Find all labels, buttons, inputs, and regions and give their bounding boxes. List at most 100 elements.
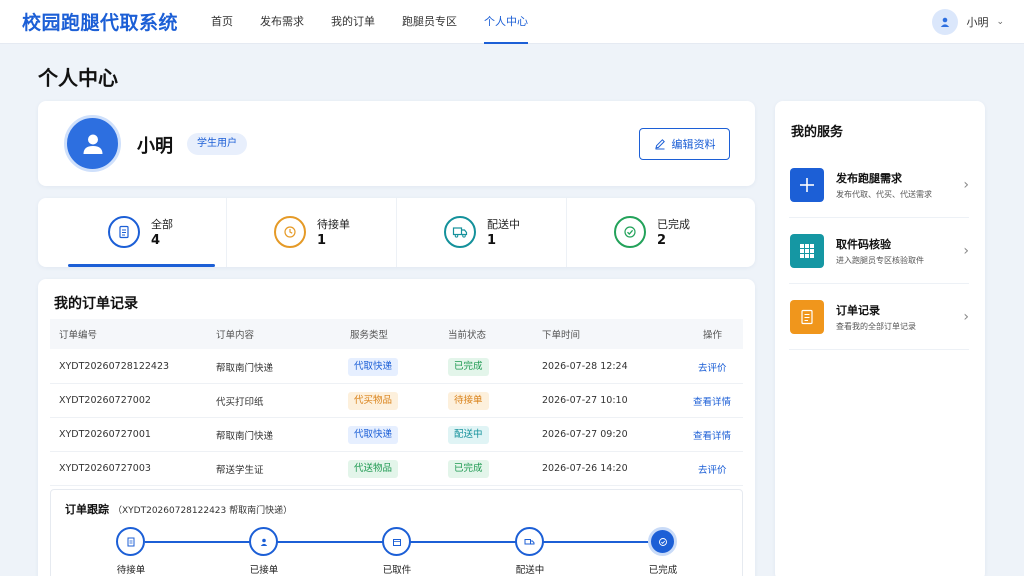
user-name: 小明 [966,16,989,29]
nav-profile[interactable]: 个人中心 [484,0,528,44]
service-desc: 发布代取、代买、代送需求 [836,190,932,199]
chevron-right-icon: › [963,309,969,325]
stat-pending-count: 1 [317,233,327,248]
nav-publish[interactable]: 发布需求 [260,0,304,44]
th-action: 操作 [703,330,723,341]
view-details-link[interactable]: 查看详情 [693,418,731,451]
view-details-link[interactable]: 查看详情 [693,384,731,417]
stat-pending-label: 待接单 [317,218,350,231]
step-delivering-icon [515,527,544,556]
clock-icon [274,216,306,248]
stat-completed[interactable]: 已完成 2 [544,198,714,267]
stat-delivering-count: 1 [487,233,497,248]
step-label: 配送中 [515,565,545,576]
status-badge: 配送中 [448,425,489,444]
services-title: 我的服务 [791,125,844,140]
order-content: 帮取南门快递 [216,430,274,442]
step-label: 已完成 [648,565,678,576]
order-tracking-panel: 订单跟踪 （XYDT20260728122423 帮取南门快递） 待接单 已接单 … [50,489,743,576]
nav-runner-zone[interactable]: 跑腿员专区 [402,0,457,44]
profile-card: 小明 学生用户 编辑资料 [38,101,755,186]
truck-icon [444,216,476,248]
step-pending-icon [116,527,145,556]
stat-completed-count: 2 [657,233,667,248]
user-menu[interactable]: 小明 ⌄ [932,9,1004,35]
service-order-records[interactable]: 订单记录 查看我的全部订单记录 › [789,300,969,366]
status-badge: 待接单 [448,391,489,410]
role-badge: 学生用户 [187,133,247,155]
stat-all-count: 4 [151,233,161,248]
stat-delivering[interactable]: 配送中 1 [374,198,544,267]
service-desc: 进入跑腿员专区核验取件 [836,256,924,265]
step-label: 待接单 [116,565,146,576]
order-id: XYDT20260727003 [59,463,151,474]
table-header: 订单编号 订单内容 服务类型 当前状态 下单时间 操作 [50,319,743,349]
step-label: 已取件 [382,565,412,576]
chevron-down-icon: ⌄ [996,17,1004,27]
order-id: XYDT20260727001 [59,429,151,440]
tracking-title: 订单跟踪 [65,503,109,516]
chevron-right-icon: › [963,177,969,193]
order-time: 2026-07-27 10:10 [542,395,628,406]
document-icon [108,216,140,248]
tracking-subtitle: （XYDT20260728122423 帮取南门快递） [113,506,293,516]
review-link[interactable]: 去评价 [698,452,727,485]
check-circle-icon [614,216,646,248]
brand-logo-text[interactable]: 校园跑腿代取系统 [22,8,178,35]
service-desc: 查看我的全部订单记录 [836,322,916,331]
order-content: 帮送学生证 [216,464,264,476]
order-id: XYDT20260728122423 [59,361,170,372]
order-time: 2026-07-28 12:24 [542,361,628,372]
th-type: 服务类型 [350,330,389,341]
service-publish-request[interactable]: 发布跑腿需求 发布代取、代买、代送需求 › [789,168,969,234]
th-order-id: 订单编号 [59,330,98,341]
list-icon [790,300,824,334]
step-accepted-icon [249,527,278,556]
order-id: XYDT20260727002 [59,395,151,406]
service-type-tag: 代买物品 [348,391,399,410]
page-title: 个人中心 [38,66,118,90]
plus-icon [790,168,824,202]
step-completed-icon [648,527,677,556]
my-services-panel: 我的服务 发布跑腿需求 发布代取、代买、代送需求 › 取件码核验 进入跑腿员专区… [775,101,985,576]
pencil-icon [654,139,665,150]
divider [789,217,969,218]
order-content: 代买打印纸 [216,396,264,408]
status-badge: 已完成 [448,459,489,478]
divider [789,349,969,350]
stat-pending[interactable]: 待接单 1 [204,198,374,267]
orders-title: 我的订单记录 [54,296,138,312]
avatar [64,115,121,172]
order-content: 帮取南门快递 [216,362,274,374]
table-row: XYDT20260727003 帮送学生证 代送物品 已完成 2026-07-2… [50,452,743,486]
chevron-right-icon: › [963,243,969,259]
th-time: 下单时间 [542,330,581,341]
user-avatar-icon [932,9,959,35]
divider [789,283,969,284]
service-type-tag: 代送物品 [348,459,399,478]
stat-all[interactable]: 全部 4 [38,198,215,267]
stat-all-label: 全部 [151,218,173,231]
step-picked-up-icon [382,527,411,556]
review-link[interactable]: 去评价 [698,350,727,383]
nav-home[interactable]: 首页 [211,0,233,44]
main-nav: 首页 发布需求 我的订单 跑腿员专区 个人中心 [211,0,555,44]
order-time: 2026-07-26 14:20 [542,463,628,474]
order-records-card: 我的订单记录 订单编号 订单内容 服务类型 当前状态 下单时间 操作 XYDT2… [38,279,755,576]
step-label: 已接单 [249,565,279,576]
service-name: 发布跑腿需求 [836,172,902,185]
stat-completed-label: 已完成 [657,218,690,231]
th-content: 订单内容 [216,330,255,341]
edit-profile-button[interactable]: 编辑资料 [639,128,730,160]
nav-my-orders[interactable]: 我的订单 [331,0,375,44]
order-time: 2026-07-27 09:20 [542,429,628,440]
table-row: XYDT20260728122423 帮取南门快递 代取快递 已完成 2026-… [50,350,743,384]
grid-icon [790,234,824,268]
status-badge: 已完成 [448,357,489,376]
service-type-tag: 代取快递 [348,425,399,444]
service-type-tag: 代取快递 [348,357,399,376]
th-status: 当前状态 [448,330,487,341]
edit-profile-label: 编辑资料 [671,138,716,151]
service-name: 订单记录 [836,304,880,317]
service-pickup-code-verify[interactable]: 取件码核验 进入跑腿员专区核验取件 › [789,234,969,300]
